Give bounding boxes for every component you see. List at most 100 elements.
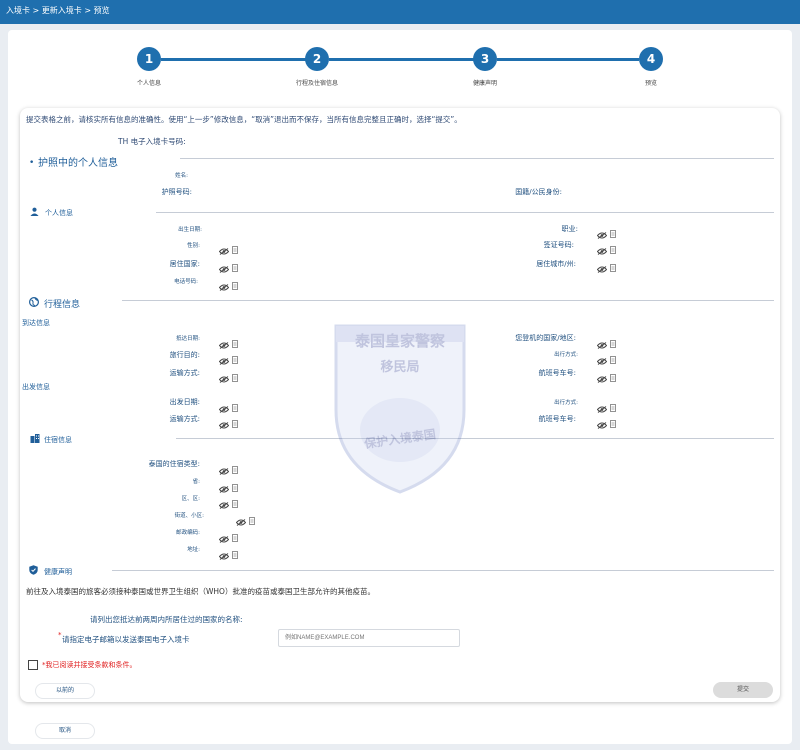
person-icon [30, 207, 39, 216]
passport-section-title: 护照中的个人信息 [38, 158, 118, 169]
email-input[interactable] [278, 629, 460, 647]
travel-mode-label: 出行方式: [554, 352, 578, 358]
transport-mode-label: 运输方式: [169, 369, 200, 377]
visibility-toggle-icon[interactable] [218, 528, 230, 543]
step-connector [329, 58, 475, 61]
city-of-residence-label: 居住城市/州: [536, 260, 576, 268]
submit-button[interactable]: 提交 [713, 682, 773, 698]
postcode-label: 邮政编码: [176, 530, 200, 536]
required-asterisk: * [58, 631, 62, 639]
visibility-toggle-icon[interactable] [218, 545, 230, 560]
document-icon [232, 493, 238, 508]
step-2-label: 行程及住宿信息 [295, 80, 338, 87]
passport-number-label: 护照号码: [161, 188, 192, 196]
document-icon [232, 397, 238, 412]
visibility-toggle-icon[interactable] [235, 511, 247, 526]
visibility-toggle-icon[interactable] [596, 258, 608, 273]
step-4-circle[interactable]: 4 [639, 47, 663, 71]
visibility-toggle-icon[interactable] [218, 368, 230, 383]
boarding-country-label: 您登机的国家/地区: [515, 334, 576, 342]
document-icon [610, 223, 616, 238]
document-icon [610, 257, 616, 272]
step-connector [161, 58, 307, 61]
visa-number-label: 签证号码: [543, 241, 574, 249]
document-icon [610, 413, 616, 428]
visibility-toggle-icon[interactable] [596, 334, 608, 349]
dob-label: 出生日期: [178, 227, 202, 233]
card-number-label: TH 电子入境卡号码: [118, 137, 186, 146]
province-label: 省: [192, 479, 200, 485]
step-2-circle[interactable]: 2 [305, 47, 329, 71]
document-icon [232, 239, 238, 254]
step-1-label: 个人信息 [136, 80, 161, 87]
visibility-toggle-icon[interactable] [218, 494, 230, 509]
previous-button[interactable]: 以前的 [35, 683, 95, 699]
visibility-toggle-icon[interactable] [218, 334, 230, 349]
travel-section-title: 行程信息 [44, 300, 81, 310]
document-icon [249, 510, 255, 525]
step-4-label: 预览 [644, 80, 657, 87]
vaccine-statement: 前往及入境泰国的旅客必须接种泰国或世界卫生组织（WHO）批准的疫苗或泰国卫生部允… [26, 587, 375, 596]
visibility-toggle-icon[interactable] [218, 414, 230, 429]
visibility-toggle-icon[interactable] [218, 460, 230, 475]
name-label: 姓名: [175, 173, 188, 179]
document-icon [232, 275, 238, 290]
building-icon [30, 434, 40, 443]
shield-icon [29, 565, 38, 575]
globe-icon [29, 297, 39, 307]
document-icon [232, 349, 238, 364]
divider [180, 158, 774, 159]
travel-purpose-label: 旅行目的: [169, 351, 200, 359]
visibility-toggle-icon[interactable] [596, 224, 608, 239]
document-icon [610, 333, 616, 348]
address-label: 地址: [187, 547, 200, 553]
immigration-watermark: 泰国皇家警察 移民局 保护入境泰国 [328, 318, 472, 494]
country-of-residence-label: 居住国家: [169, 260, 200, 268]
visibility-toggle-icon[interactable] [218, 478, 230, 493]
divider [112, 570, 774, 571]
divider [176, 438, 774, 439]
visibility-toggle-icon[interactable] [596, 350, 608, 365]
divider [122, 300, 774, 301]
document-icon [232, 367, 238, 382]
document-icon [610, 397, 616, 412]
document-icon [232, 333, 238, 348]
document-icon [610, 239, 616, 254]
flight-number-label: 航班号车号: [538, 415, 576, 423]
departure-info-title: 出发信息 [22, 383, 50, 391]
step-connector [497, 58, 639, 61]
step-3-circle[interactable]: 3 [473, 47, 497, 71]
visibility-toggle-icon[interactable] [218, 276, 230, 291]
visibility-toggle-icon[interactable] [596, 414, 608, 429]
visibility-toggle-icon[interactable] [218, 350, 230, 365]
travel-mode-label: 出行方式: [554, 400, 578, 406]
visibility-toggle-icon[interactable] [218, 398, 230, 413]
visibility-toggle-icon[interactable] [596, 368, 608, 383]
divider [156, 212, 774, 213]
occupation-label: 职业: [561, 225, 578, 233]
subdistrict-label: 街道、小区: [174, 513, 204, 519]
email-label: 请指定电子邮箱以发送泰国电子入境卡 [62, 635, 190, 644]
visibility-toggle-icon[interactable] [218, 240, 230, 255]
watermark-line-2: 移民局 [380, 360, 420, 375]
terms-checkbox[interactable] [28, 660, 38, 670]
visibility-toggle-icon[interactable] [596, 398, 608, 413]
instruction-text: 提交表格之前，请核实所有信息的准确性。使用“上一步”修改信息，“取消”退出而不保… [26, 115, 462, 124]
visibility-toggle-icon[interactable] [218, 258, 230, 273]
cancel-button[interactable]: 取消 [35, 723, 95, 739]
health-title: 健康声明 [44, 568, 72, 576]
transport-mode-label: 运输方式: [169, 415, 200, 423]
accommodation-title: 住宿信息 [44, 436, 72, 444]
document-icon [232, 257, 238, 272]
departure-date-label: 出发日期: [169, 398, 200, 406]
watermark-line-1: 泰国皇家警察 [354, 332, 445, 350]
visibility-toggle-icon[interactable] [596, 240, 608, 255]
phone-label: 电话号码: [174, 279, 198, 285]
arrival-date-label: 抵达日期: [176, 336, 200, 342]
step-1-circle[interactable]: 1 [137, 47, 161, 71]
bullet-icon: • [29, 158, 35, 168]
district-label: 区、区: [181, 496, 200, 502]
document-icon [610, 367, 616, 382]
countries-visited-label: 请列出您抵达前两周内所居住过的国家的名称: [90, 615, 243, 624]
breadcrumb: 入境卡 > 更新入境卡 > 预览 [0, 0, 800, 24]
